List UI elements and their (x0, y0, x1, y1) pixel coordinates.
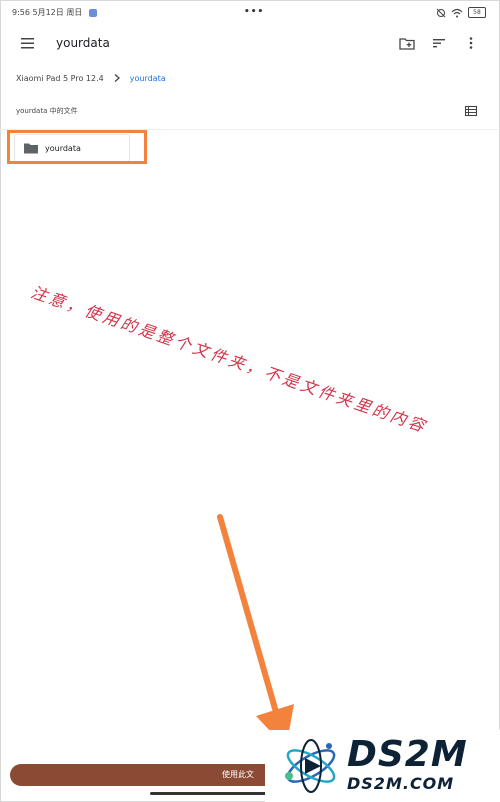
watermark-domain: DS2M.COM (347, 774, 455, 793)
watermark: DS2M DS2M.COM (265, 730, 500, 802)
atom-logo-icon (285, 739, 336, 793)
watermark-brand: DS2M (347, 734, 468, 775)
use-button-label: 使用此文 (222, 770, 254, 779)
arrow-annotation (217, 514, 294, 748)
